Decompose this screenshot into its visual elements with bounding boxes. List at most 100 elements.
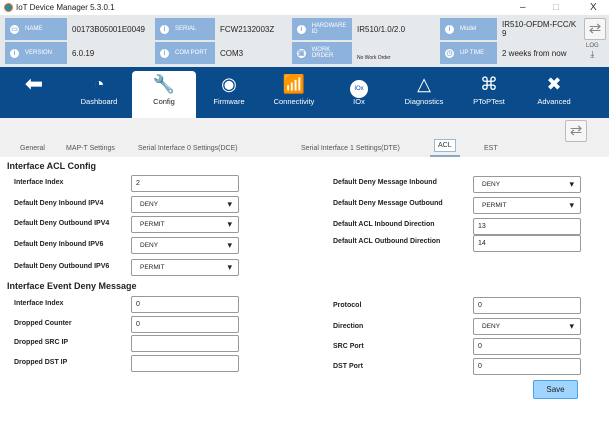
nav-config[interactable]: 🔧 Config xyxy=(132,71,196,118)
nav-label: Dashboard xyxy=(80,97,118,106)
nav-label: Advanced xyxy=(537,97,571,106)
info-value: COM3 xyxy=(220,48,244,58)
refresh-config-button[interactable]: ⇄ xyxy=(565,120,587,142)
dst-port-input[interactable]: 0 xyxy=(473,358,581,375)
minimize-button[interactable]: – xyxy=(520,2,526,13)
interface-index-label: Interface Index xyxy=(14,179,64,186)
connectivity-icon: 📶 xyxy=(282,74,306,94)
interface-index-input[interactable]: 0 xyxy=(131,296,239,313)
info-icon: i xyxy=(10,48,19,58)
tab-general[interactable]: General xyxy=(20,145,45,152)
default-acl-outbound-direction-label: Default ACL Outbound Direction xyxy=(333,238,441,245)
dst-port-label: DST Port xyxy=(333,363,363,370)
src-port-label: SRC Port xyxy=(333,343,364,350)
info-label-text: COM PORT xyxy=(175,50,208,56)
dropped-dst-ip-input[interactable] xyxy=(131,355,239,372)
info-label: ▣ WORK ORDER xyxy=(292,42,352,64)
deny-section-title: Interface Event Deny Message xyxy=(7,281,137,291)
info-value: 6.0.19 xyxy=(72,48,95,58)
default-deny-message-inbound-select[interactable]: DENY xyxy=(473,176,581,193)
tab-est[interactable]: EST xyxy=(484,145,498,152)
protocol-label: Protocol xyxy=(333,302,362,309)
info-label-text: WORK ORDER xyxy=(311,47,334,59)
nav-label: PToPTest xyxy=(473,97,505,106)
nav-firmware[interactable]: ◉ Firmware xyxy=(197,71,261,118)
info-icon: ▣ xyxy=(297,48,306,58)
dashboard-icon: ◔ xyxy=(93,74,105,94)
default-deny-message-outbound-select[interactable]: PERMIT xyxy=(473,197,581,214)
default-deny-outbound-ipv6-label: Default Deny Outbound IPV6 xyxy=(14,263,110,270)
dropped-counter-input[interactable]: 0 xyxy=(131,316,239,333)
save-button[interactable]: Save xyxy=(533,380,578,399)
log-download-button[interactable]: LOG ⤓ xyxy=(586,43,599,60)
default-deny-message-inbound-label: Default Deny Message Inbound xyxy=(333,179,437,186)
info-value: IR510-OFDM-FCC/K 9 xyxy=(502,20,577,38)
default-acl-inbound-direction-label: Default ACL Inbound Direction xyxy=(333,221,435,228)
info-value: 00173B05001E0049 xyxy=(72,24,145,34)
nav-label: Connectivity xyxy=(273,97,315,106)
device-info-bar: ▭ NAME 00173B05001E0049 i SERIAL FCW2132003Z i… xyxy=(0,15,609,67)
info-icon: i xyxy=(160,24,169,34)
interface-index-input[interactable]: 2 xyxy=(131,175,239,192)
default-deny-inbound-ipv6-label: Default Deny Inbound IPV6 xyxy=(14,241,104,248)
info-label-text: NAME xyxy=(25,26,43,32)
refresh-info-button[interactable]: ⇄ xyxy=(584,18,606,40)
src-port-input[interactable]: 0 xyxy=(473,338,581,355)
default-deny-outbound-ipv4-select[interactable]: PERMIT xyxy=(131,216,239,233)
direction-label: Direction xyxy=(333,323,364,330)
nav-advanced[interactable]: ✖ Advanced xyxy=(522,71,586,118)
default-deny-outbound-ipv4-label: Default Deny Outbound IPV4 xyxy=(14,220,110,227)
protocol-input[interactable]: 0 xyxy=(473,297,581,314)
title-bar: IoT Device Manager 5.3.0.1 – □ X xyxy=(0,0,609,15)
info-label: i Model xyxy=(440,18,497,40)
info-label: ◷ UP TIME xyxy=(440,42,497,64)
dropped-src-ip-input[interactable] xyxy=(131,335,239,352)
info-label-text: UP TIME xyxy=(460,50,485,56)
info-value: IR510/1.0/2.0 xyxy=(357,24,406,34)
advanced-icon: ✖ xyxy=(546,74,562,94)
nav-dashboard[interactable]: ◔ Dashboard xyxy=(67,71,131,118)
config-icon: 🔧 xyxy=(152,74,176,94)
info-label-text: HARDWARE ID xyxy=(311,23,347,35)
back-arrow-icon: ⬅ xyxy=(24,71,44,96)
nav-ptoptest[interactable]: ⌘ PToPTest xyxy=(457,71,521,118)
nav-connectivity[interactable]: 📶 Connectivity xyxy=(262,71,326,118)
tab-serial-interface-0-settings-dce-[interactable]: Serial Interface 0 Settings(DCE) xyxy=(138,145,238,152)
nav-diagnostics[interactable]: △ Diagnostics xyxy=(392,71,456,118)
nav-label: Config xyxy=(153,97,175,106)
info-value: No Work Order xyxy=(357,54,391,61)
info-label-text: VERSION xyxy=(25,50,53,56)
info-icon: i xyxy=(445,24,454,34)
default-deny-message-outbound-label: Default Deny Message Outbound xyxy=(333,200,443,207)
acl-section-title: Interface ACL Config xyxy=(7,161,97,171)
download-icon: ⤓ xyxy=(590,49,595,59)
info-label: i SERIAL xyxy=(155,18,215,40)
tab-map-t-settings[interactable]: MAP-T Settings xyxy=(66,145,115,152)
active-tab-underline xyxy=(430,155,460,157)
tab-serial-interface-1-settings-dte-[interactable]: Serial Interface 1 Settings(DTE) xyxy=(301,145,400,152)
default-deny-inbound-ipv4-select[interactable]: DENY xyxy=(131,196,239,213)
default-acl-inbound-direction-input[interactable]: 13 xyxy=(473,218,581,235)
firmware-icon: ◉ xyxy=(221,74,237,94)
window-title: IoT Device Manager 5.3.0.1 xyxy=(16,3,115,12)
nav-label: Firmware xyxy=(213,97,245,106)
maximize-button[interactable]: □ xyxy=(553,2,559,13)
nav-iox[interactable]: IOx IOx xyxy=(327,71,391,118)
info-label: i VERSION xyxy=(5,42,67,64)
close-button[interactable]: X xyxy=(590,2,597,13)
ptoptest-icon: ⌘ xyxy=(480,74,498,94)
info-icon: ◷ xyxy=(445,48,454,58)
default-deny-inbound-ipv6-select[interactable]: DENY xyxy=(131,237,239,254)
default-deny-inbound-ipv4-label: Default Deny Inbound IPV4 xyxy=(14,200,104,207)
dropped-src-ip-label: Dropped SRC IP xyxy=(14,339,69,346)
direction-select[interactable]: DENY xyxy=(473,318,581,335)
info-icon: i xyxy=(297,24,306,34)
app-icon xyxy=(4,3,13,12)
default-deny-outbound-ipv6-select[interactable]: PERMIT xyxy=(131,259,239,276)
tab-acl[interactable]: ACL xyxy=(434,139,456,152)
back-button[interactable]: ⬅ xyxy=(2,71,66,118)
default-acl-outbound-direction-input[interactable]: 14 xyxy=(473,235,581,252)
info-label: i HARDWARE ID xyxy=(292,18,352,40)
dropped-dst-ip-label: Dropped DST IP xyxy=(14,359,68,366)
nav-label: IOx xyxy=(353,97,365,106)
